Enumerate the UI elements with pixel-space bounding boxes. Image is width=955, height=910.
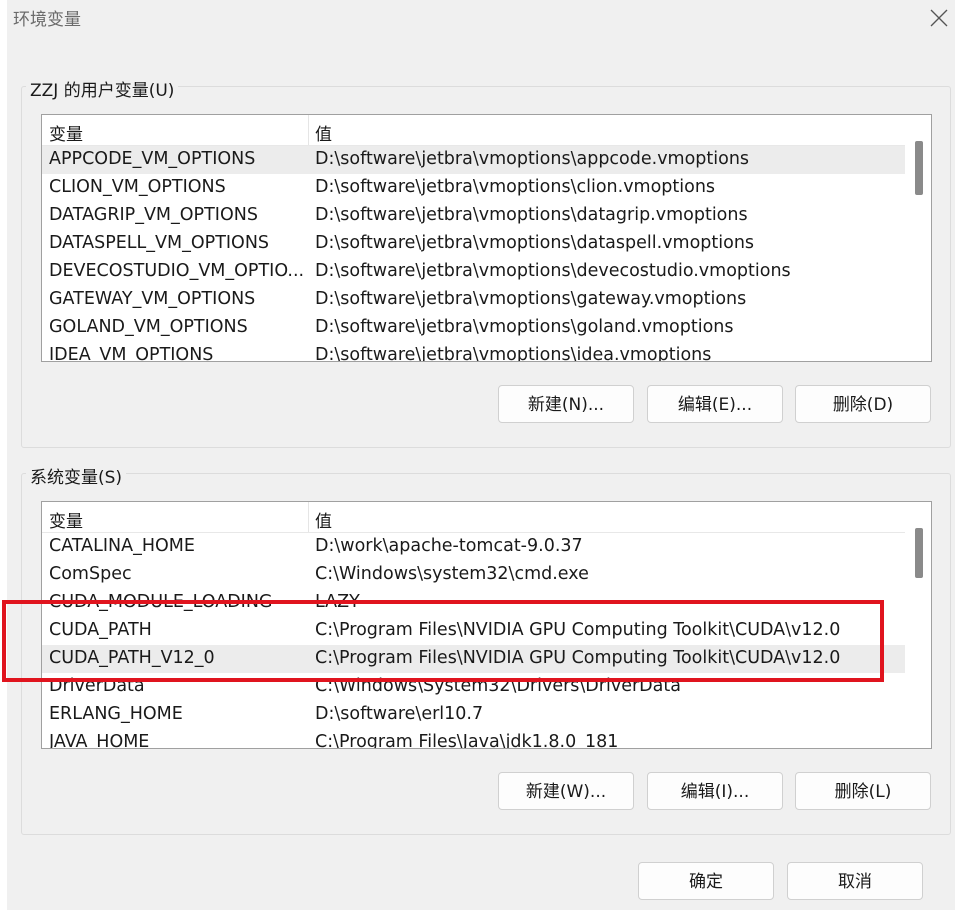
user-edit-button[interactable]: 编辑(E)... [647,385,783,423]
column-header-variable[interactable]: 变量 [49,507,83,532]
variable-name: ERLANG_HOME [49,704,183,724]
system-list-scrollbar[interactable] [905,502,931,748]
close-button[interactable] [923,2,953,32]
user-var-row[interactable]: DATASPELL_VM_OPTIONS D:\software\jetbra\… [42,230,905,258]
variable-name: CUDA_MODULE_LOADING [49,592,273,612]
variable-name: DriverData [49,676,145,696]
variable-value: D:\software\jetbra\vmoptions\datagrip.vm… [315,205,748,225]
variable-name: CUDA_PATH_V12_0 [49,648,215,668]
system-new-button[interactable]: 新建(W)... [498,772,634,810]
user-var-row[interactable]: DATAGRIP_VM_OPTIONS D:\software\jetbra\v… [42,202,905,230]
variable-name: DATAGRIP_VM_OPTIONS [49,205,258,225]
window-title: 环境变量 [13,10,81,30]
system-list-header: 变量 值 [42,502,905,533]
variable-value: C:\Program Files\NVIDIA GPU Computing To… [315,620,841,640]
cancel-button[interactable]: 取消 [787,862,923,900]
system-edit-button[interactable]: 编辑(I)... [647,772,783,810]
variable-name: DEVECOSTUDIO_VM_OPTIO... [49,261,305,281]
variable-value: C:\Program Files\NVIDIA GPU Computing To… [315,648,841,668]
variable-value: C:\Windows\System32\Drivers\DriverData [315,676,681,696]
user-delete-button[interactable]: 删除(D) [795,385,931,423]
user-list-header: 变量 值 [42,115,905,146]
user-new-button[interactable]: 新建(N)... [498,385,634,423]
variable-name: JAVA_HOME [49,732,150,749]
column-divider[interactable] [308,502,309,532]
system-var-row[interactable]: ComSpec C:\Windows\system32\cmd.exe [42,561,905,589]
scrollbar-thumb[interactable] [915,141,923,195]
close-icon [930,9,948,27]
variable-value: C:\Windows\system32\cmd.exe [315,564,589,584]
system-var-row[interactable]: CUDA_PATH_V12_0 C:\Program Files\NVIDIA … [42,645,905,673]
title-bar: 环境变量 [7,0,955,38]
system-variables-list[interactable]: 变量 值 CATALINA_HOME D:\work\apache-tomcat… [41,501,932,749]
scrollbar-thumb[interactable] [915,528,923,578]
variable-value: D:\software\jetbra\vmoptions\dataspell.v… [315,233,755,253]
user-var-row[interactable]: APPCODE_VM_OPTIONS D:\software\jetbra\vm… [42,146,905,174]
system-var-row[interactable]: CUDA_PATH C:\Program Files\NVIDIA GPU Co… [42,617,905,645]
system-delete-button[interactable]: 删除(L) [795,772,931,810]
system-var-row[interactable]: CUDA_MODULE_LOADING LAZY [42,589,905,617]
variable-value: D:\work\apache-tomcat-9.0.37 [315,536,583,556]
column-divider[interactable] [308,115,309,145]
user-var-row[interactable]: IDEA_VM_OPTIONS D:\software\jetbra\vmopt… [42,342,905,362]
user-variables-label: ZZJ 的用户变量(U) [26,76,179,101]
column-header-value[interactable]: 值 [315,120,332,145]
user-var-row[interactable]: CLION_VM_OPTIONS D:\software\jetbra\vmop… [42,174,905,202]
variable-value: D:\software\jetbra\vmoptions\goland.vmop… [315,317,734,337]
variable-value: D:\software\jetbra\vmoptions\idea.vmopti… [315,345,712,362]
variable-name: ComSpec [49,564,132,584]
system-var-row[interactable]: ERLANG_HOME D:\software\erl10.7 [42,701,905,729]
variable-name: CUDA_PATH [49,620,152,640]
system-var-row[interactable]: CATALINA_HOME D:\work\apache-tomcat-9.0.… [42,533,905,561]
column-header-value[interactable]: 值 [315,507,332,532]
variable-name: APPCODE_VM_OPTIONS [49,149,256,169]
variable-name: DATASPELL_VM_OPTIONS [49,233,270,253]
variable-value: LAZY [315,592,360,612]
variable-name: CATALINA_HOME [49,536,195,556]
user-var-row[interactable]: GOLAND_VM_OPTIONS D:\software\jetbra\vmo… [42,314,905,342]
variable-value: D:\software\jetbra\vmoptions\clion.vmopt… [315,177,716,197]
variable-value: D:\software\jetbra\vmoptions\gateway.vmo… [315,289,747,309]
user-var-row[interactable]: DEVECOSTUDIO_VM_OPTIO... D:\software\jet… [42,258,905,286]
system-variables-label: 系统变量(S) [26,463,127,488]
column-header-variable[interactable]: 变量 [49,120,83,145]
user-variables-list[interactable]: 变量 值 APPCODE_VM_OPTIONS D:\software\jetb… [41,114,932,362]
variable-value: D:\software\jetbra\vmoptions\devecostudi… [315,261,791,281]
variable-name: CLION_VM_OPTIONS [49,177,226,197]
system-var-row[interactable]: JAVA_HOME C:\Program Files\Java\jdk1.8.0… [42,729,905,749]
variable-name: IDEA_VM_OPTIONS [49,345,214,362]
system-var-row[interactable]: DriverData C:\Windows\System32\Drivers\D… [42,673,905,701]
user-list-scrollbar[interactable] [905,115,931,361]
ok-button[interactable]: 确定 [638,862,774,900]
user-var-row[interactable]: GATEWAY_VM_OPTIONS D:\software\jetbra\vm… [42,286,905,314]
variable-name: GOLAND_VM_OPTIONS [49,317,248,337]
variable-value: C:\Program Files\Java\jdk1.8.0_181 [315,732,619,749]
variable-value: D:\software\jetbra\vmoptions\appcode.vmo… [315,149,750,169]
variable-name: GATEWAY_VM_OPTIONS [49,289,256,309]
variable-value: D:\software\erl10.7 [315,704,484,724]
